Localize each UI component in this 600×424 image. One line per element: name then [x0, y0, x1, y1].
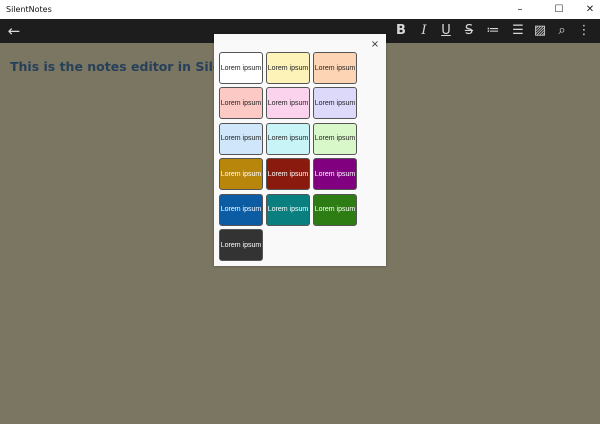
color-tile[interactable]: Lorem ipsum [219, 122, 263, 155]
minimize-button[interactable]: – [510, 2, 530, 17]
color-tile[interactable]: Lorem ipsum [219, 52, 263, 84]
title-bar: SilentNotes – ☐ ✕ [0, 0, 600, 19]
color-tile[interactable]: Lorem ipsum [266, 52, 310, 84]
color-tile[interactable]: Lorem ipsum [266, 193, 310, 226]
color-tile[interactable]: Lorem ipsum [313, 87, 357, 120]
maximize-button[interactable]: ☐ [549, 2, 569, 17]
color-tile[interactable]: Lorem ipsum [313, 52, 357, 84]
close-icon[interactable]: × [369, 39, 381, 51]
window-title: SilentNotes [6, 5, 52, 14]
strikethrough-icon[interactable]: S̶ [460, 22, 478, 40]
bold-icon[interactable]: B [392, 22, 410, 40]
color-tile[interactable]: Lorem ipsum [219, 193, 263, 226]
italic-icon[interactable]: I [415, 22, 433, 40]
underline-icon[interactable]: U [437, 22, 455, 40]
close-window-button[interactable]: ✕ [580, 2, 600, 17]
color-tile[interactable]: Lorem ipsum [219, 87, 263, 120]
color-tile[interactable]: Lorem ipsum [313, 122, 357, 155]
color-tile[interactable]: Lorem ipsum [266, 122, 310, 155]
color-tile[interactable]: Lorem ipsum [266, 158, 310, 191]
ordered-list-icon[interactable]: ≔ [484, 22, 502, 40]
more-icon[interactable]: ⋮ [575, 22, 593, 40]
no-image-icon[interactable]: ▨ [531, 22, 549, 40]
color-tile[interactable]: Lorem ipsum [313, 193, 357, 226]
back-arrow-icon[interactable]: ← [5, 22, 23, 40]
color-tile[interactable]: Lorem ipsum [219, 229, 263, 261]
search-icon[interactable]: ⌕ [553, 22, 571, 40]
color-tile[interactable]: Lorem ipsum [219, 158, 263, 191]
bullet-list-icon[interactable]: ☰ [509, 22, 527, 40]
color-picker-dialog: × Lorem ipsum Lorem ipsum Lorem ipsum Lorem… [214, 34, 386, 266]
color-tile[interactable]: Lorem ipsum [313, 158, 357, 191]
color-tile[interactable]: Lorem ipsum [266, 87, 310, 120]
